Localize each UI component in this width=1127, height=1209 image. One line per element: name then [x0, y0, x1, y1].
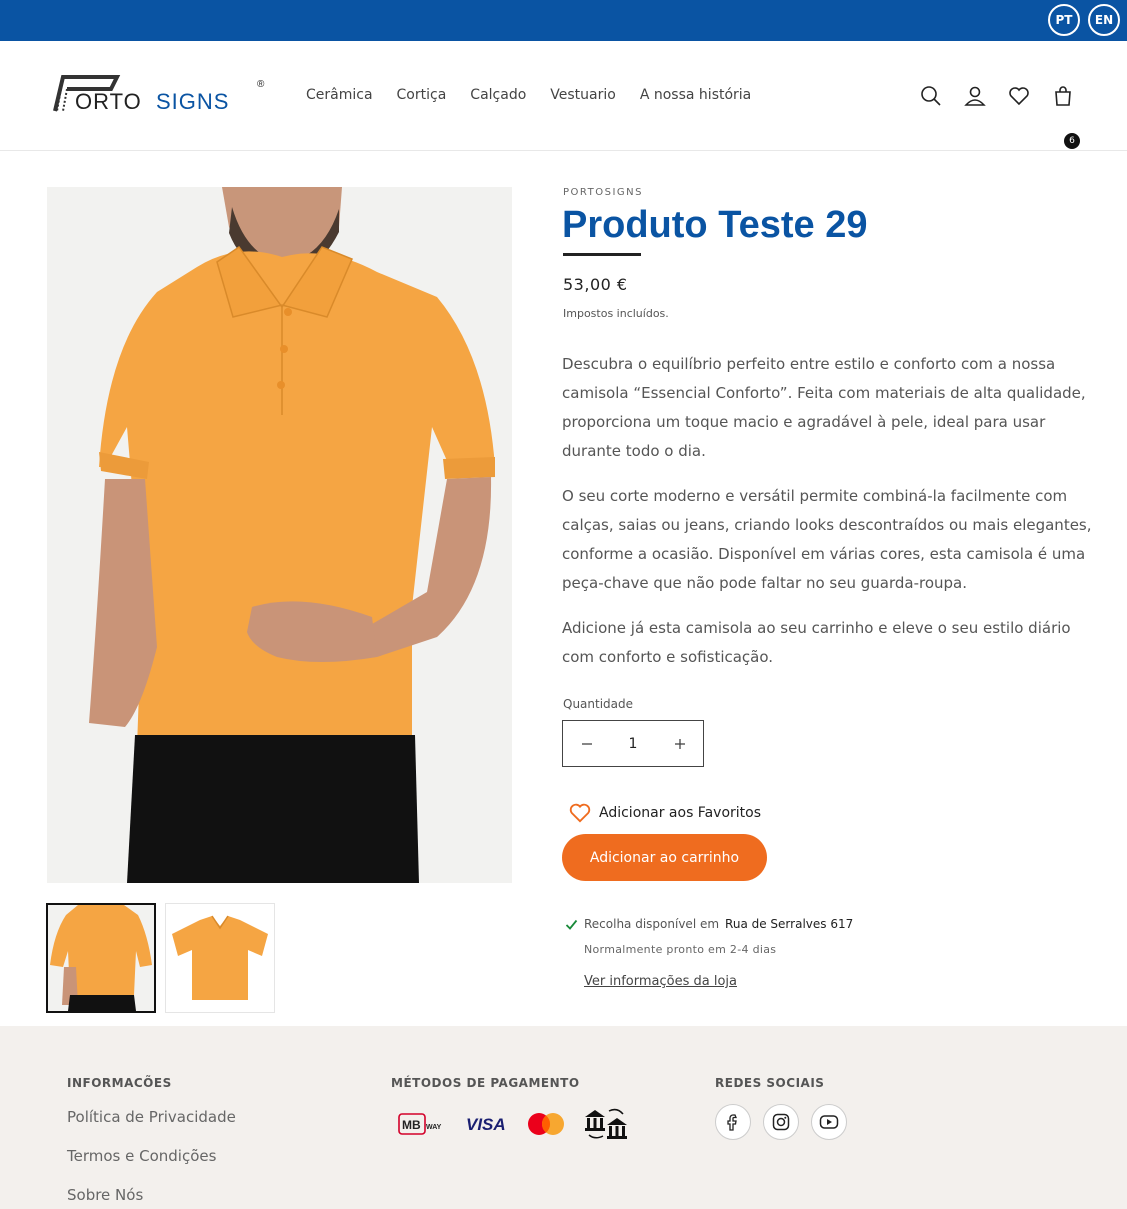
thumbnail-model-image	[48, 905, 154, 1011]
site-header: ORTO SIGNS ® Cerâmica Cortiça Calçado Ve…	[0, 41, 1127, 151]
mbway-logo: MB WAY	[398, 1106, 444, 1142]
logo-text-orto: ORTO	[75, 89, 142, 114]
plus-icon	[674, 738, 685, 749]
quantity-increase-button[interactable]	[656, 721, 703, 766]
tax-note: Impostos incluídos.	[563, 307, 669, 320]
language-pt-button[interactable]: PT	[1048, 4, 1080, 36]
quantity-input[interactable]: 1	[610, 736, 656, 752]
top-bar: PT EN	[0, 0, 1127, 41]
nav-item-ceramica[interactable]: Cerâmica	[306, 87, 373, 103]
youtube-icon[interactable]	[811, 1104, 847, 1140]
checkmark-icon	[565, 919, 578, 930]
thumbnail-model[interactable]	[46, 903, 156, 1013]
quantity-decrease-button[interactable]	[563, 721, 610, 766]
facebook-icon[interactable]	[715, 1104, 751, 1140]
add-to-cart-button[interactable]: Adicionar ao carrinho	[562, 834, 767, 881]
mbway-text: MB	[402, 1118, 421, 1132]
site-footer: INFORMACÕES Política de Privacidade Term…	[0, 1026, 1127, 1209]
wishlist-icon[interactable]	[1007, 84, 1031, 108]
logo-registered: ®	[257, 79, 265, 90]
footer-info-heading: INFORMACÕES	[67, 1076, 172, 1090]
product-description: Descubra o equilíbrio perfeito entre est…	[562, 350, 1092, 688]
product-price: 53,00 €	[563, 275, 628, 294]
add-to-favorites-button[interactable]: Adicionar aos Favoritos	[569, 803, 761, 823]
visa-logo: VISA	[466, 1106, 508, 1142]
visa-text: VISA	[466, 1115, 506, 1134]
mastercard-logo	[526, 1106, 566, 1142]
product-vendor: PORTOSIGNS	[563, 187, 643, 198]
product-photo	[47, 187, 512, 883]
language-en-button[interactable]: EN	[1088, 4, 1120, 36]
description-paragraph: Adicione já esta camisola ao seu carrinh…	[562, 619, 1071, 666]
quantity-stepper: 1	[562, 720, 704, 767]
thumbnail-flat-image	[166, 904, 274, 1012]
title-underline	[563, 253, 641, 256]
bank-transfer-icon	[583, 1106, 629, 1142]
store-info-link[interactable]: Ver informações da loja	[584, 974, 737, 989]
quantity-label: Quantidade	[563, 697, 634, 711]
account-icon[interactable]	[963, 84, 987, 108]
minus-icon	[581, 742, 592, 745]
pickup-location: Rua de Serralves 617	[725, 917, 854, 931]
cart-count-badge: 6	[1064, 133, 1080, 149]
product-title: Produto Teste 29	[562, 204, 868, 246]
footer-link-terms[interactable]: Termos e Condições	[67, 1147, 216, 1165]
main-nav: Cerâmica Cortiça Calçado Vestuario A nos…	[306, 87, 751, 103]
logo-text-signs: SIGNS	[156, 89, 229, 114]
heart-icon	[569, 803, 591, 823]
description-paragraph: Descubra o equilíbrio perfeito entre est…	[562, 355, 1086, 460]
mbway-small-text: WAY	[426, 1124, 442, 1131]
pickup-availability: Recolha disponível em Rua de Serralves 6…	[565, 917, 853, 931]
add-to-favorites-label: Adicionar aos Favoritos	[599, 805, 761, 821]
nav-item-vestuario[interactable]: Vestuario	[550, 87, 616, 103]
pickup-ready-time: Normalmente pronto em 2-4 dias	[584, 943, 777, 956]
footer-social-heading: REDES SOCIAIS	[715, 1076, 825, 1090]
nav-item-cortica[interactable]: Cortiça	[397, 87, 447, 103]
footer-link-about[interactable]: Sobre Nós	[67, 1186, 143, 1204]
nav-item-historia[interactable]: A nossa história	[640, 87, 751, 103]
footer-link-privacy[interactable]: Política de Privacidade	[67, 1108, 236, 1126]
pickup-prefix: Recolha disponível em	[584, 917, 720, 931]
cart-icon[interactable]	[1051, 84, 1075, 108]
description-paragraph: O seu corte moderno e versátil permite c…	[562, 487, 1092, 592]
product-main-image[interactable]	[47, 187, 512, 883]
portosigns-logo[interactable]: ORTO SIGNS ®	[53, 71, 268, 119]
footer-payment-heading: MÉTODOS DE PAGAMENTO	[391, 1076, 580, 1090]
thumbnail-flat[interactable]	[165, 903, 275, 1013]
search-icon[interactable]	[919, 84, 943, 108]
nav-item-calcado[interactable]: Calçado	[470, 87, 526, 103]
instagram-icon[interactable]	[763, 1104, 799, 1140]
